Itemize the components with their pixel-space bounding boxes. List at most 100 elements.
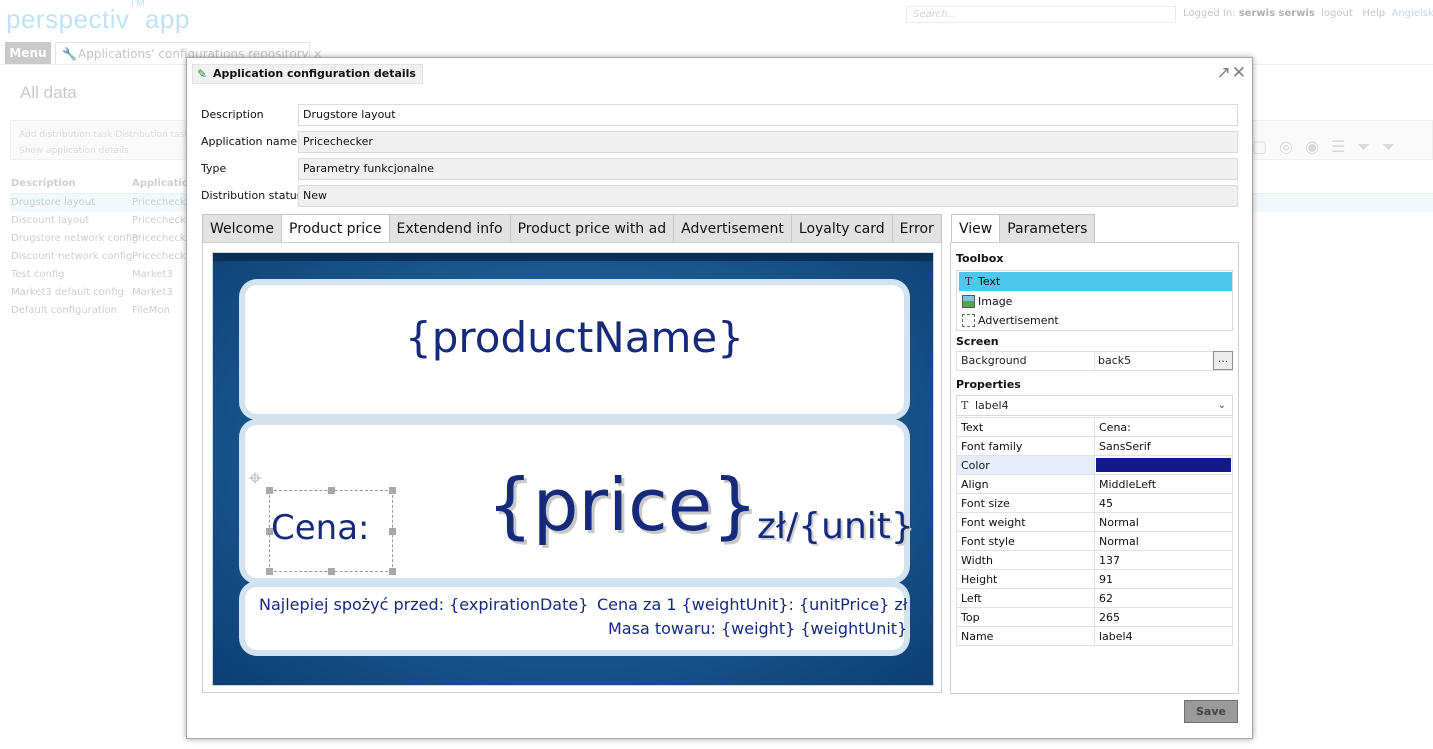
toolbox-list: T Text Image Advertisement [956, 270, 1233, 331]
property-row: Height 91 [956, 569, 1233, 589]
element-select[interactable]: T label4 ⌄ [956, 395, 1233, 416]
tab-welcome[interactable]: Welcome [202, 214, 282, 243]
tab-loyalty-card[interactable]: Loyalty card [790, 214, 892, 243]
help-link[interactable]: Help [1362, 8, 1385, 19]
color-value[interactable] [1094, 455, 1233, 475]
info-card: Najlepiej spożyć przed: {expirationDate}… [245, 587, 907, 650]
application-name-label: Application name [201, 135, 298, 148]
property-value[interactable]: Normal [1094, 531, 1233, 551]
background-label: Background [961, 354, 1027, 367]
page-title: All data [20, 83, 77, 102]
resize-handle[interactable] [266, 568, 273, 575]
toolbar-icon[interactable]: ◎ [1279, 137, 1305, 156]
tab-extendend-info[interactable]: Extendend info [388, 214, 510, 243]
properties-grid: Text Cena: Font family SansSerif Color Ali… [956, 417, 1233, 646]
color-swatch[interactable] [1096, 458, 1231, 472]
move-crosshair-icon[interactable]: ⌖ [242, 465, 268, 491]
tab-product-price[interactable]: Product price [281, 214, 389, 243]
unit-element[interactable]: zł/{unit} [757, 509, 914, 545]
config-details-dialog: ✎ Application configuration details ↗✕ D… [186, 57, 1253, 739]
property-value[interactable]: 91 [1094, 569, 1233, 589]
resize-handle[interactable] [389, 487, 396, 494]
property-row: Top 265 [956, 607, 1233, 627]
property-row: Left 62 [956, 588, 1233, 608]
property-value[interactable]: Normal [1094, 512, 1233, 532]
resize-handle[interactable] [328, 568, 335, 575]
price-label-element[interactable]: Cena: [271, 511, 370, 545]
dialog-controls: ↗✕ [1216, 63, 1247, 83]
tab-view[interactable]: View [951, 214, 1000, 243]
maximize-icon[interactable]: ↗ [1217, 63, 1231, 83]
filter-clear-icon[interactable]: ⏷ [1382, 137, 1407, 156]
description-row: Description Drugstore layout [201, 104, 1238, 126]
expiration-element[interactable]: Najlepiej spożyć przed: {expirationDate} [259, 595, 588, 614]
property-row: Color [956, 455, 1233, 475]
toolbar-icon[interactable]: ▢ [1252, 137, 1279, 156]
price-card: Cena: {price} zł/{unit} [245, 425, 914, 578]
resize-handle[interactable] [328, 487, 335, 494]
image-tool-icon [962, 295, 975, 308]
property-value[interactable]: 45 [1094, 493, 1233, 513]
application-name-row: Application name Pricechecker [201, 131, 1238, 153]
text-element-icon: T [961, 399, 969, 412]
property-row: Name label4 [956, 626, 1233, 646]
tab-advertisement[interactable]: Advertisement [673, 214, 791, 243]
property-row: Width 137 [956, 550, 1233, 570]
background-value[interactable]: back5 [1098, 352, 1131, 370]
properties-title: Properties [956, 378, 1021, 391]
pencil-icon: ✎ [197, 67, 208, 81]
preview-top-bar [213, 253, 933, 261]
browse-background-button[interactable]: ... [1213, 351, 1233, 370]
screen-title: Screen [956, 335, 999, 348]
property-value[interactable]: label4 [1094, 626, 1233, 646]
logout-link[interactable]: logout [1321, 8, 1353, 19]
product-name-card: {productName} [245, 285, 904, 414]
screen-editor-panel: {productName} Cena: {price} zł/{unit} ⌖ [202, 242, 942, 693]
list-icon[interactable]: ☰ [1331, 137, 1357, 156]
property-row: Font style Normal [956, 531, 1233, 551]
price-element[interactable]: {price} [487, 469, 758, 541]
eye-icon[interactable]: ◉ [1305, 137, 1331, 156]
property-row: Font size 45 [956, 493, 1233, 513]
property-value[interactable]: 62 [1094, 588, 1233, 608]
user-bar: Logged In: serwis serwis logout Help Ang… [1183, 8, 1433, 19]
search-input[interactable]: Search... [906, 6, 1176, 23]
property-value[interactable]: 265 [1094, 607, 1233, 627]
close-icon[interactable]: ✕ [1232, 63, 1246, 83]
property-value[interactable]: Cena: [1094, 417, 1233, 437]
save-button[interactable]: Save [1184, 700, 1238, 723]
toolbox-item-advertisement[interactable]: Advertisement [959, 311, 1232, 330]
toolbox-item-text[interactable]: T Text [959, 272, 1232, 291]
property-value[interactable]: MiddleLeft [1094, 474, 1233, 494]
property-row: Font weight Normal [956, 512, 1233, 532]
unit-price-element[interactable]: Cena za 1 {weightUnit}: {unitPrice} zł [597, 595, 907, 614]
app-logo: perspectivTMapp [6, 0, 190, 34]
description-field[interactable]: Drugstore layout [298, 104, 1238, 126]
advertisement-tool-icon [962, 314, 975, 327]
toolbox-title: Toolbox [956, 252, 1004, 265]
side-tabs: View Parameters [951, 214, 1096, 243]
text-tool-icon: T [964, 275, 973, 288]
type-label: Type [201, 162, 227, 175]
menu-button[interactable]: Menu [5, 42, 51, 64]
tab-error[interactable]: Error [891, 214, 942, 243]
screen-preview-canvas[interactable]: {productName} Cena: {price} zł/{unit} ⌖ [212, 252, 934, 686]
weight-element[interactable]: Masa towaru: {weight} {weightUnit} [608, 619, 907, 638]
tab-parameters[interactable]: Parameters [999, 214, 1096, 243]
divider [1094, 352, 1095, 370]
distribution-status-label: Distribution status [201, 189, 303, 202]
type-row: Type Parametry funkcjonalne [201, 158, 1238, 180]
description-label: Description [201, 108, 264, 121]
language-select[interactable]: Angielski [1392, 8, 1433, 19]
resize-handle[interactable] [389, 528, 396, 535]
resize-handle[interactable] [389, 568, 396, 575]
toolbox-item-image[interactable]: Image [959, 292, 1232, 311]
property-value[interactable]: SansSerif [1094, 436, 1233, 456]
filter-icon[interactable]: ⏷ [1357, 137, 1382, 156]
toolbar-icons: ▢◎◉☰⏷⏷ [1252, 137, 1407, 157]
tab-product-price-with-ad[interactable]: Product price with ad [509, 214, 674, 243]
distribution-status-field: New [298, 185, 1238, 207]
product-name-label[interactable]: {productName} [245, 313, 904, 362]
property-value[interactable]: 137 [1094, 550, 1233, 570]
distribution-status-row: Distribution status New [201, 185, 1238, 207]
